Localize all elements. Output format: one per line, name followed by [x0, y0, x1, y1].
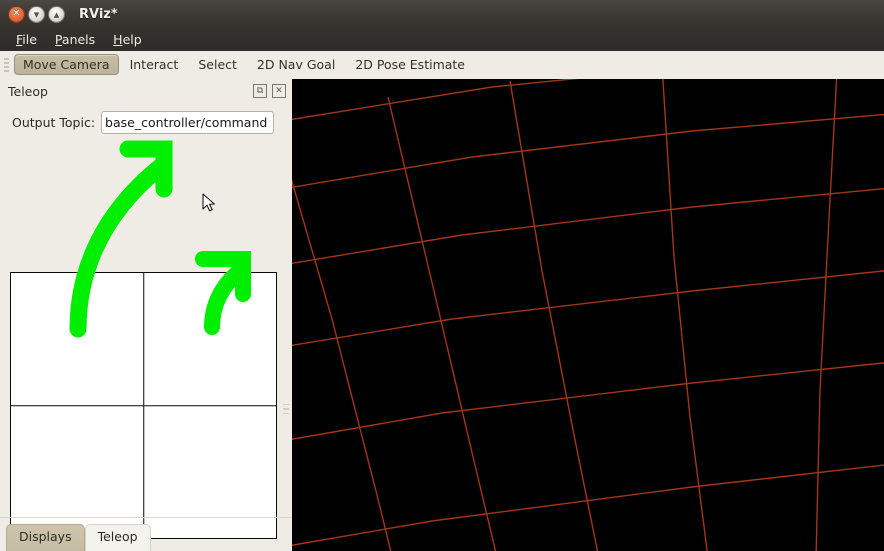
teleop-pad[interactable] [10, 272, 277, 539]
maximize-icon[interactable]: ▴ [48, 5, 65, 23]
tool-2d-pose-estimate[interactable]: 2D Pose Estimate [346, 54, 474, 75]
menu-item-help[interactable]: Help [104, 30, 151, 49]
viewport-background [292, 79, 884, 551]
tab-teleop[interactable]: Teleop [84, 524, 151, 551]
output-topic-row: Output Topic: [0, 105, 292, 139]
teleop-pad-horizontal-axis [11, 404, 276, 407]
float-panel-icon[interactable]: ⧉ [253, 84, 267, 98]
teleop-pad-surface[interactable] [10, 272, 277, 539]
close-panel-icon[interactable]: ✕ [272, 84, 286, 98]
tool-select[interactable]: Select [189, 54, 246, 75]
output-topic-label: Output Topic: [12, 114, 96, 130]
toolbar-drag-handle[interactable] [3, 56, 12, 74]
teleop-dock-panel: Teleop ⧉ ✕ Output Topic: Displays Teleop [0, 79, 292, 551]
window-title: RViz* [79, 6, 118, 22]
tab-displays[interactable]: Displays [6, 524, 85, 551]
minimize-icon[interactable]: ▾ [28, 5, 45, 23]
window-controls: ✕ ▾ ▴ [8, 5, 65, 23]
menu-item-file[interactable]: File [7, 30, 46, 49]
tool-2d-nav-goal[interactable]: 2D Nav Goal [248, 54, 344, 75]
rviz-window: ✕ ▾ ▴ RViz* File Panels Help Move Camera… [0, 0, 884, 551]
menu-item-panels[interactable]: Panels [46, 30, 104, 49]
close-icon[interactable]: ✕ [8, 5, 25, 23]
panel-title: Teleop [8, 83, 48, 99]
dock-splitter-handle[interactable] [283, 402, 289, 416]
output-topic-input[interactable] [101, 110, 275, 134]
menu-bar: File Panels Help [0, 28, 884, 51]
tool-interact[interactable]: Interact [121, 54, 188, 75]
dock-tab-bar: Displays Teleop [0, 517, 292, 551]
tool-bar: Move Camera Interact Select 2D Nav Goal … [0, 51, 884, 79]
window-titlebar[interactable]: ✕ ▾ ▴ RViz* [0, 0, 884, 28]
grid-display [292, 79, 884, 551]
tool-move-camera[interactable]: Move Camera [14, 54, 119, 75]
panel-header: Teleop ⧉ ✕ [0, 79, 292, 103]
3d-viewport[interactable] [292, 79, 884, 551]
